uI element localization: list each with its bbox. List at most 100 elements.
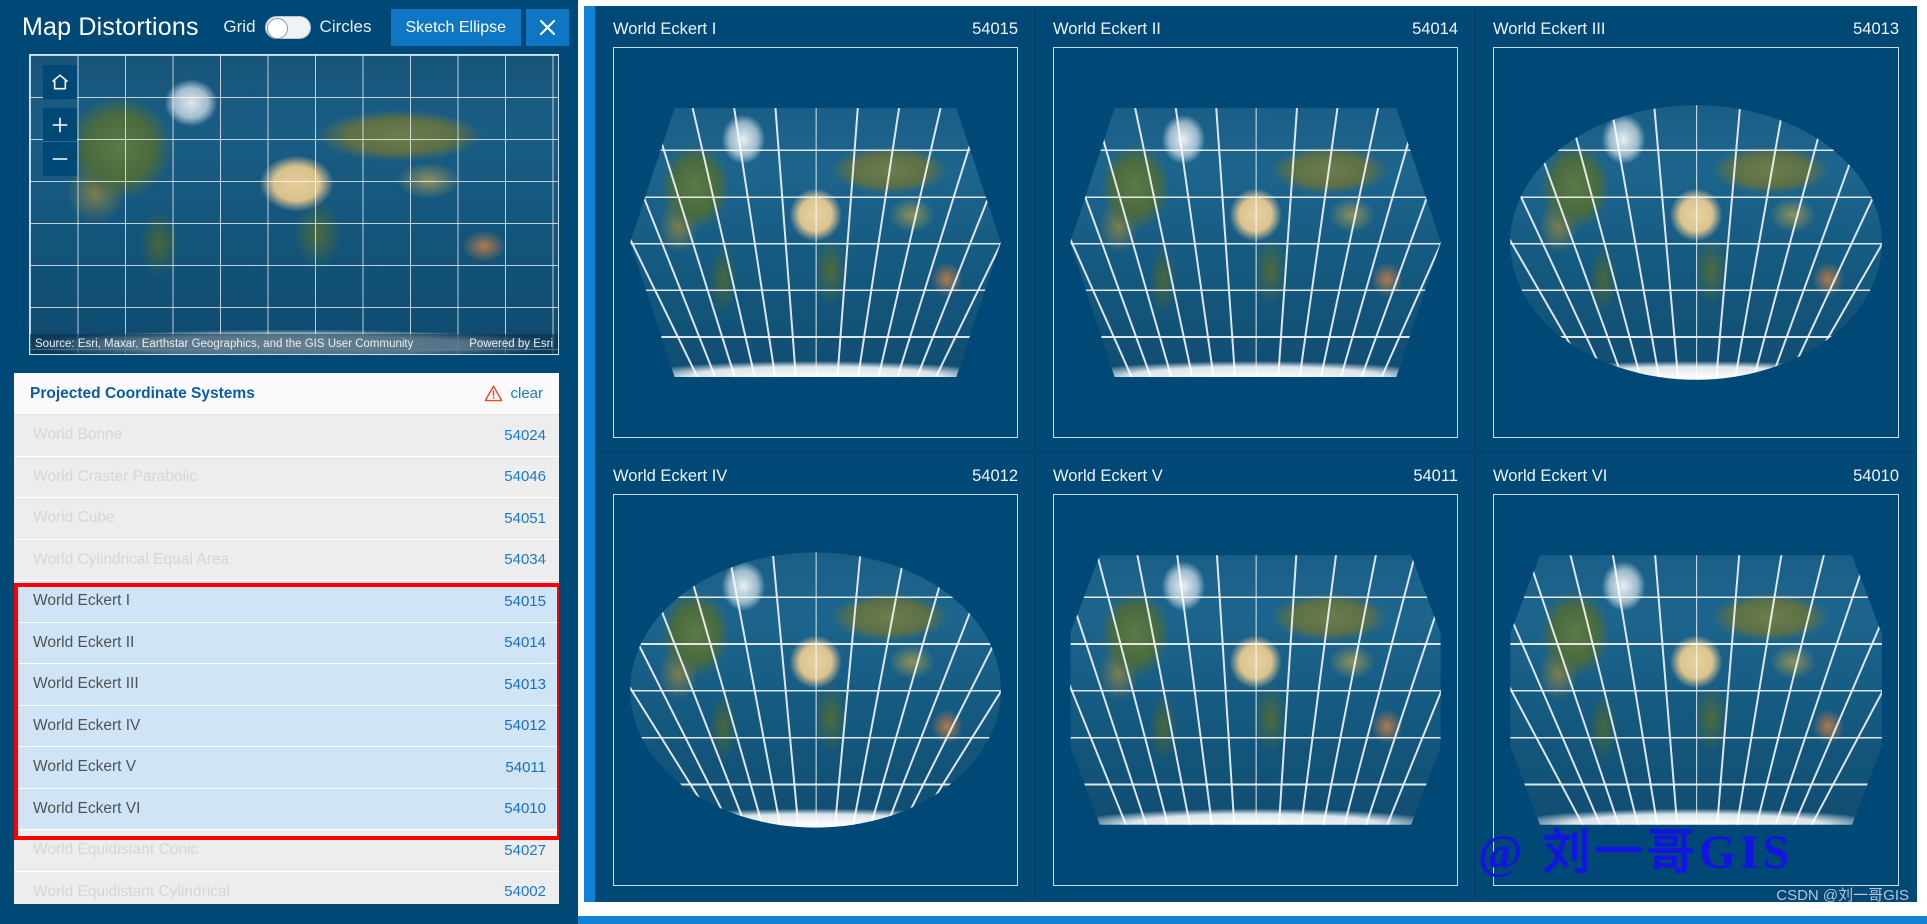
projection-card-header: World Eckert IV 54012 <box>613 467 1018 486</box>
pcs-item-code: 54010 <box>504 800 546 818</box>
projection-card[interactable]: World Eckert I 54015 <box>597 8 1035 453</box>
pcs-item-name: World Eckert V <box>33 758 137 776</box>
home-icon <box>51 74 69 90</box>
meridian-line <box>1695 105 1698 380</box>
projection-card-code: 54010 <box>1853 467 1899 485</box>
meridian-line <box>815 552 818 828</box>
projection-card[interactable]: World Eckert V 54011 <box>1037 455 1475 900</box>
pcs-item-code: 54027 <box>504 841 546 859</box>
pcs-item-code: 54012 <box>504 717 546 735</box>
warning-triangle-icon <box>485 385 503 402</box>
projection-card-code: 54011 <box>1413 467 1458 485</box>
meridian-line <box>1695 555 1698 825</box>
pcs-header-actions: clear <box>484 384 543 403</box>
projection-previews-area: World Eckert I 54015 World Eckert II 54014 W… <box>578 0 1927 924</box>
pcs-list-item[interactable]: World Equidistant Conic 54027 <box>14 830 559 872</box>
clear-selection-link[interactable]: clear <box>510 385 543 402</box>
projection-card[interactable]: World Eckert II 54014 <box>1037 8 1475 453</box>
map-distortions-panel: Map Distortions Grid Circles Sketch Elli… <box>0 0 578 924</box>
pcs-item-name: World Equidistant Cylindrical <box>33 882 230 900</box>
projection-card-code: 54015 <box>972 20 1018 38</box>
map-graticule <box>30 55 558 354</box>
pcs-item-name: World Eckert VI <box>33 799 141 817</box>
pcs-list-item[interactable]: World Eckert III 54013 <box>14 664 559 706</box>
home-button[interactable] <box>43 65 77 99</box>
map-attribution: Source: Esri, Maxar, Earthstar Geographi… <box>30 334 558 354</box>
pcs-list-item[interactable]: World Equidistant Cylindrical 54002 <box>14 871 559 904</box>
pcs-list-item[interactable]: World Cylindrical Equal Area 54034 <box>14 539 559 581</box>
grid-circles-toggle[interactable] <box>264 15 311 39</box>
app-root: Map Distortions Grid Circles Sketch Elli… <box>0 0 1927 924</box>
projection-card-header: World Eckert VI 54010 <box>1493 467 1899 486</box>
meridian-line <box>815 108 818 377</box>
pcs-item-code: 54013 <box>504 675 546 693</box>
pcs-item-name: World Cube <box>33 509 115 527</box>
sketch-ellipse-button[interactable]: Sketch Ellipse <box>390 8 521 46</box>
projected-world-shape <box>630 108 1001 377</box>
pcs-list-item[interactable]: World Eckert II 54014 <box>14 622 559 664</box>
zoom-out-button[interactable] <box>43 142 77 176</box>
pcs-rows-container: World Bonne 54024 World Craster Parabolic 5… <box>14 415 559 904</box>
projection-card[interactable]: World Eckert VI 54010 <box>1477 455 1915 900</box>
pcs-list-item[interactable]: World Eckert I 54015 <box>14 581 559 623</box>
pcs-item-name: World Eckert II <box>33 633 135 651</box>
projection-card-title: World Eckert V <box>1053 467 1163 485</box>
pcs-item-name: World Eckert III <box>33 675 139 693</box>
meridian-line <box>1255 108 1258 377</box>
pcs-item-code: 54002 <box>504 883 546 901</box>
pcs-list[interactable]: World Bonne 54024 World Craster Parabolic 5… <box>14 415 559 904</box>
bottom-accent-bar <box>578 916 1927 924</box>
projection-card[interactable]: World Eckert IV 54012 <box>597 455 1035 900</box>
pcs-list-item[interactable]: World Eckert IV 54012 <box>14 705 559 747</box>
pcs-panel-title: Projected Coordinate Systems <box>30 384 255 402</box>
projection-map-canvas[interactable] <box>1493 494 1899 886</box>
close-button[interactable] <box>526 8 569 46</box>
projection-map-canvas[interactable] <box>1493 47 1899 438</box>
projection-card-header: World Eckert II 54014 <box>1053 20 1458 39</box>
pcs-item-code: 54034 <box>504 551 546 569</box>
map-nav-controls <box>43 65 77 176</box>
minus-icon <box>52 158 68 160</box>
close-icon <box>539 19 556 35</box>
pcs-item-code: 54046 <box>504 468 546 486</box>
projection-card-code: 54013 <box>1853 20 1899 38</box>
pcs-item-name: World Eckert IV <box>33 716 141 734</box>
pcs-item-code: 54051 <box>504 509 546 527</box>
panel-header: Map Distortions Grid Circles Sketch Elli… <box>0 0 578 54</box>
projection-card-title: World Eckert VI <box>1493 467 1608 485</box>
projection-card-title: World Eckert IV <box>613 467 728 485</box>
zoom-in-button[interactable] <box>43 108 77 142</box>
projection-card-title: World Eckert I <box>613 20 717 38</box>
page-title: Map Distortions <box>22 12 199 41</box>
plus-icon <box>52 117 68 132</box>
pcs-item-code: 54024 <box>504 426 546 444</box>
pcs-item-name: World Craster Parabolic <box>33 467 198 485</box>
projection-card-code: 54012 <box>972 467 1018 485</box>
accent-strip <box>584 6 595 902</box>
overview-map[interactable]: Source: Esri, Maxar, Earthstar Geographi… <box>29 54 559 355</box>
projected-world-shape <box>1510 555 1882 825</box>
projection-map-canvas[interactable] <box>613 47 1018 438</box>
projection-card-title: World Eckert II <box>1053 20 1161 38</box>
projection-card-header: World Eckert V 54011 <box>1053 467 1458 486</box>
pcs-item-code: 54014 <box>504 634 546 652</box>
projection-card[interactable]: World Eckert III 54013 <box>1477 8 1915 453</box>
projected-world-shape <box>1070 108 1441 377</box>
projection-map-canvas[interactable] <box>613 494 1018 886</box>
pcs-list-item[interactable]: World Cube 54051 <box>14 498 559 540</box>
pcs-list-item[interactable]: World Bonne 54024 <box>14 415 559 457</box>
pcs-list-item[interactable]: World Eckert VI 54010 <box>14 788 559 830</box>
projection-map-canvas[interactable] <box>1053 494 1458 886</box>
pcs-list-item[interactable]: World Craster Parabolic 54046 <box>14 456 559 498</box>
projection-map-canvas[interactable] <box>1053 47 1458 438</box>
projected-world-shape <box>630 552 1001 828</box>
pcs-item-name: World Eckert I <box>33 592 131 610</box>
pcs-list-item[interactable]: World Eckert V 54011 <box>14 747 559 789</box>
projected-world-shape <box>1510 105 1882 380</box>
projection-card-header: World Eckert I 54015 <box>613 20 1018 39</box>
toggle-label-grid: Grid <box>223 17 256 36</box>
projection-card-code: 54014 <box>1412 20 1458 38</box>
header-controls: Grid Circles Sketch Ellipse <box>214 0 578 54</box>
toggle-label-circles: Circles <box>319 17 372 36</box>
meridian-line <box>1255 555 1258 825</box>
